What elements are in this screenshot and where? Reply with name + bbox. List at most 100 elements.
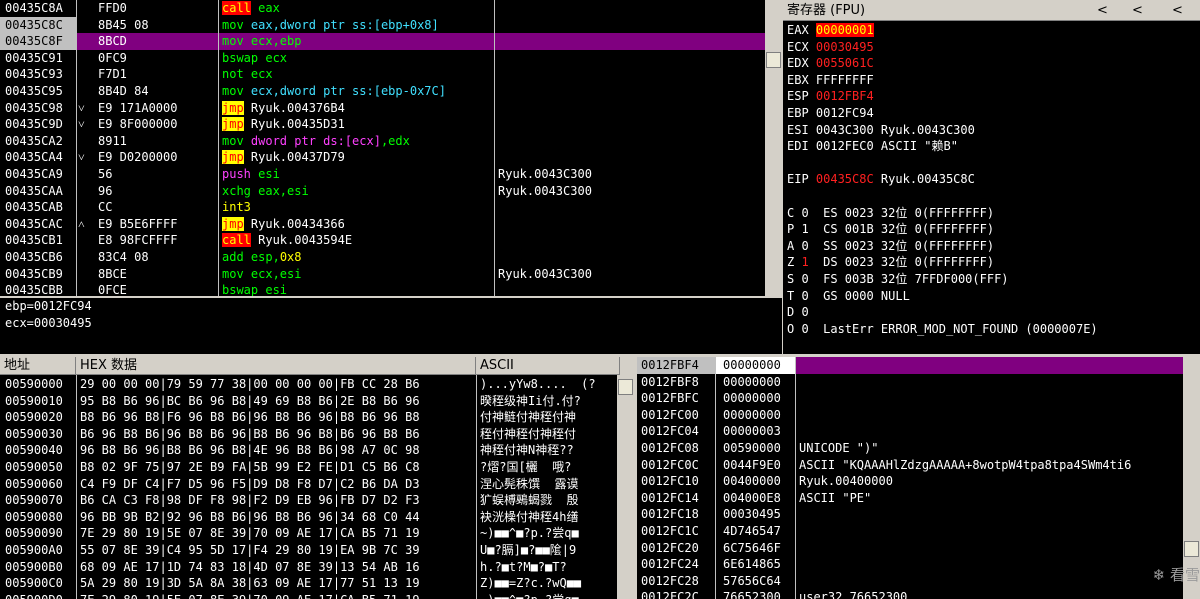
disassembly-scroll-thumb[interactable] (766, 52, 781, 68)
disasm-address[interactable]: 00435C8C (0, 16, 76, 34)
stack-row[interactable]: 0012FC28 57656C64 (637, 573, 1183, 590)
register-row[interactable]: ESI 0043C300 Ryuk.0043C300 (787, 122, 975, 139)
dump-hex[interactable]: 68 09 AE 17|1D 74 83 18|4D 07 8E 39|13 5… (80, 559, 474, 576)
dump-ascii[interactable]: 付神鲢付神秷付神 (480, 409, 616, 426)
dump-address[interactable]: 005900B0 (5, 559, 75, 576)
disasm-row[interactable]: 00435CB6 83C4 08 add esp,0x8 (0, 249, 765, 266)
register-row[interactable]: D 0 (787, 304, 809, 321)
dump-address[interactable]: 005900C0 (5, 575, 75, 592)
register-row[interactable]: EBX FFFFFFFF (787, 72, 874, 89)
stack-address[interactable]: 0012FC1C (637, 523, 715, 540)
stack-address[interactable]: 0012FC18 (637, 506, 715, 523)
disasm-row[interactable]: 00435CA9 56 push esi Ryuk.0043C300 (0, 166, 765, 183)
dump-hex[interactable]: B6 CA C3 F8|98 DF F8 98|F2 D9 EB 96|FB D… (80, 492, 474, 509)
stack-value[interactable]: 4D746547 (716, 523, 795, 540)
stack-address[interactable]: 0012FC00 (637, 407, 715, 424)
dump-address[interactable]: 00590050 (5, 459, 75, 476)
register-row[interactable]: EBP 0012FC94 (787, 105, 874, 122)
disasm-address[interactable]: 00435C9D (0, 116, 76, 133)
dump-address[interactable]: 00590090 (5, 525, 75, 542)
dump-ascii[interactable]: U■?膈]■?■■隂|9 (480, 542, 616, 559)
stack-pane[interactable]: 0012FBF4 00000000 0012FBF8 00000000 0012FBFC… (637, 357, 1183, 599)
disasm-address[interactable]: 00435CAB (0, 199, 76, 216)
disasm-address[interactable]: 00435C91 (0, 49, 76, 67)
disasm-address[interactable]: 00435CA9 (0, 166, 76, 183)
stack-value[interactable]: 00000000 (716, 407, 795, 424)
disasm-row[interactable]: 00435CB9 8BCE mov ecx,esi Ryuk.0043C300 (0, 265, 765, 283)
disasm-address[interactable]: 00435CB9 (0, 265, 76, 283)
dump-hex[interactable]: 55 07 8E 39|C4 95 5D 17|F4 29 80 19|EA 9… (80, 542, 474, 559)
disassembly-scrollbar[interactable] (765, 0, 782, 296)
stack-scroll-thumb[interactable] (1184, 541, 1199, 557)
register-value[interactable]: FFFFFFFF (816, 73, 874, 87)
register-row[interactable]: O 0 LastErr ERROR_MOD_NOT_FOUND (0000007… (787, 321, 1098, 338)
dump-ascii[interactable]: 袂洸橾付神秷4h缮 (480, 509, 616, 526)
dump-row[interactable]: 005900A0 55 07 8E 39|C4 95 5D 17|F4 29 80… (0, 542, 617, 559)
stack-row[interactable]: 0012FC10 00400000 Ryuk.00400000 (637, 473, 1183, 490)
dump-address[interactable]: 00590070 (5, 492, 75, 509)
register-row[interactable]: EAX 00000001 (787, 22, 874, 39)
dump-scrollbar[interactable] (617, 375, 634, 599)
dump-scroll-thumb[interactable] (618, 379, 633, 395)
stack-value[interactable]: 0044F9E0 (716, 457, 795, 474)
disasm-address[interactable]: 00435C93 (0, 66, 76, 84)
stack-value[interactable]: 57656C64 (716, 573, 795, 590)
register-value[interactable]: 0055061C (816, 56, 874, 70)
disasm-row[interactable]: 00435CB1 E8 98FCFFFF call Ryuk.0043594E (0, 232, 765, 250)
dump-row[interactable]: 00590010 95 B8 B6 96|BC B6 96 B8|49 69 B8… (0, 393, 617, 410)
dump-row[interactable]: 00590000 29 00 00 00|79 59 77 38|00 00 00… (0, 376, 617, 393)
stack-address[interactable]: 0012FC14 (637, 490, 715, 507)
register-value[interactable]: 00000001 (815, 23, 874, 37)
register-row[interactable]: ECX 00030495 (787, 39, 874, 56)
stack-row[interactable]: 0012FC24 6E614865 (637, 556, 1183, 573)
dump-header-addr[interactable]: 地址 (0, 357, 76, 374)
stack-address[interactable]: 0012FBFC (637, 390, 715, 407)
disasm-row[interactable]: 00435C93 F7D1 not ecx (0, 66, 765, 84)
stack-address[interactable]: 0012FC0C (637, 457, 715, 474)
dump-row[interactable]: 00590090 7E 29 80 19|5E 07 8E 39|70 09 AE… (0, 525, 617, 542)
stack-value[interactable]: 00000000 (716, 357, 795, 374)
stack-row[interactable]: 0012FBF4 00000000 (637, 357, 1183, 374)
register-row[interactable]: Z 1 DS 0023 32位 0(FFFFFFFF) (787, 254, 994, 271)
dump-hex[interactable]: 96 B8 B6 96|B8 B6 96 B8|4E 96 B8 B6|98 A… (80, 442, 474, 459)
dump-hex[interactable]: C4 F9 DF C4|F7 D5 96 F5|D9 D8 F8 D7|C2 B… (80, 476, 474, 493)
stack-value[interactable]: 00000000 (716, 390, 795, 407)
dump-row[interactable]: 00590060 C4 F9 DF C4|F7 D5 96 F5|D9 D8 F8… (0, 476, 617, 493)
stack-row[interactable]: 0012FC00 00000000 (637, 407, 1183, 424)
registers-nav-prev-2[interactable]: < (1128, 2, 1143, 20)
dump-row[interactable]: 005900C0 5A 29 80 19|3D 5A 8A 38|63 09 AE… (0, 575, 617, 592)
stack-row[interactable]: 0012FC08 00590000 UNICODE ")" (637, 440, 1183, 457)
dump-row[interactable]: 00590070 B6 CA C3 F8|98 DF F8 98|F2 D9 EB… (0, 492, 617, 509)
register-value[interactable]: 0012FBF4 (816, 89, 874, 103)
dump-hex[interactable]: 5A 29 80 19|3D 5A 8A 38|63 09 AE 17|77 5… (80, 575, 474, 592)
disasm-row[interactable]: 00435C9D ˅ E9 8F000000 jmp Ryuk.00435D31 (0, 116, 765, 133)
stack-value[interactable]: 00030495 (716, 506, 795, 523)
dump-ascii[interactable]: h.?■t?M■?■T? (480, 559, 616, 576)
stack-row[interactable]: 0012FC04 00000003 (637, 423, 1183, 440)
stack-row[interactable]: 0012FC14 004000E8 ASCII "PE" (637, 490, 1183, 507)
stack-row[interactable]: 0012FBFC 00000000 (637, 390, 1183, 407)
stack-row[interactable]: 0012FC18 00030495 (637, 506, 1183, 523)
stack-value[interactable]: 00000003 (716, 423, 795, 440)
disasm-address[interactable]: 00435C98 (0, 99, 76, 117)
dump-ascii[interactable]: ~)■■^■?p.?尝q■ (480, 525, 616, 542)
stack-address[interactable]: 0012FBF4 (637, 357, 715, 374)
stack-address[interactable]: 0012FC24 (637, 556, 715, 573)
stack-address[interactable]: 0012FC08 (637, 440, 715, 457)
disasm-address[interactable]: 00435C8F (0, 33, 76, 50)
dump-row[interactable]: 00590050 B8 02 9F 75|97 2E B9 FA|5B 99 E2… (0, 459, 617, 476)
stack-value[interactable]: 76652300 (716, 589, 795, 599)
dump-ascii[interactable]: Z)■■=Z?c.?wQ■■ (480, 575, 616, 592)
disasm-address[interactable]: 00435CAA (0, 182, 76, 200)
dump-row[interactable]: 005900B0 68 09 AE 17|1D 74 83 18|4D 07 8E… (0, 559, 617, 576)
registers-pane[interactable]: EAX 00000001 ECX 00030495 EDX 0055061C EBX … (783, 21, 1200, 354)
stack-address[interactable]: 0012FC2C (637, 589, 715, 599)
dump-hex[interactable]: 7E 29 80 19|5E 07 8E 39|70 09 AE 17|CA B… (80, 592, 474, 599)
register-row[interactable]: P 1 CS 001B 32位 0(FFFFFFFF) (787, 221, 994, 238)
stack-row[interactable]: 0012FC20 6C75646F (637, 540, 1183, 557)
register-row[interactable]: A 0 SS 0023 32位 0(FFFFFFFF) (787, 238, 994, 255)
dump-ascii[interactable]: 犷蜈榑鵐蝎戮 殷 (480, 492, 616, 509)
disasm-address[interactable]: 00435CAC (0, 215, 76, 233)
dump-address[interactable]: 005900D0 (5, 592, 75, 599)
register-row[interactable]: EIP 00435C8C Ryuk.00435C8C (787, 171, 975, 188)
